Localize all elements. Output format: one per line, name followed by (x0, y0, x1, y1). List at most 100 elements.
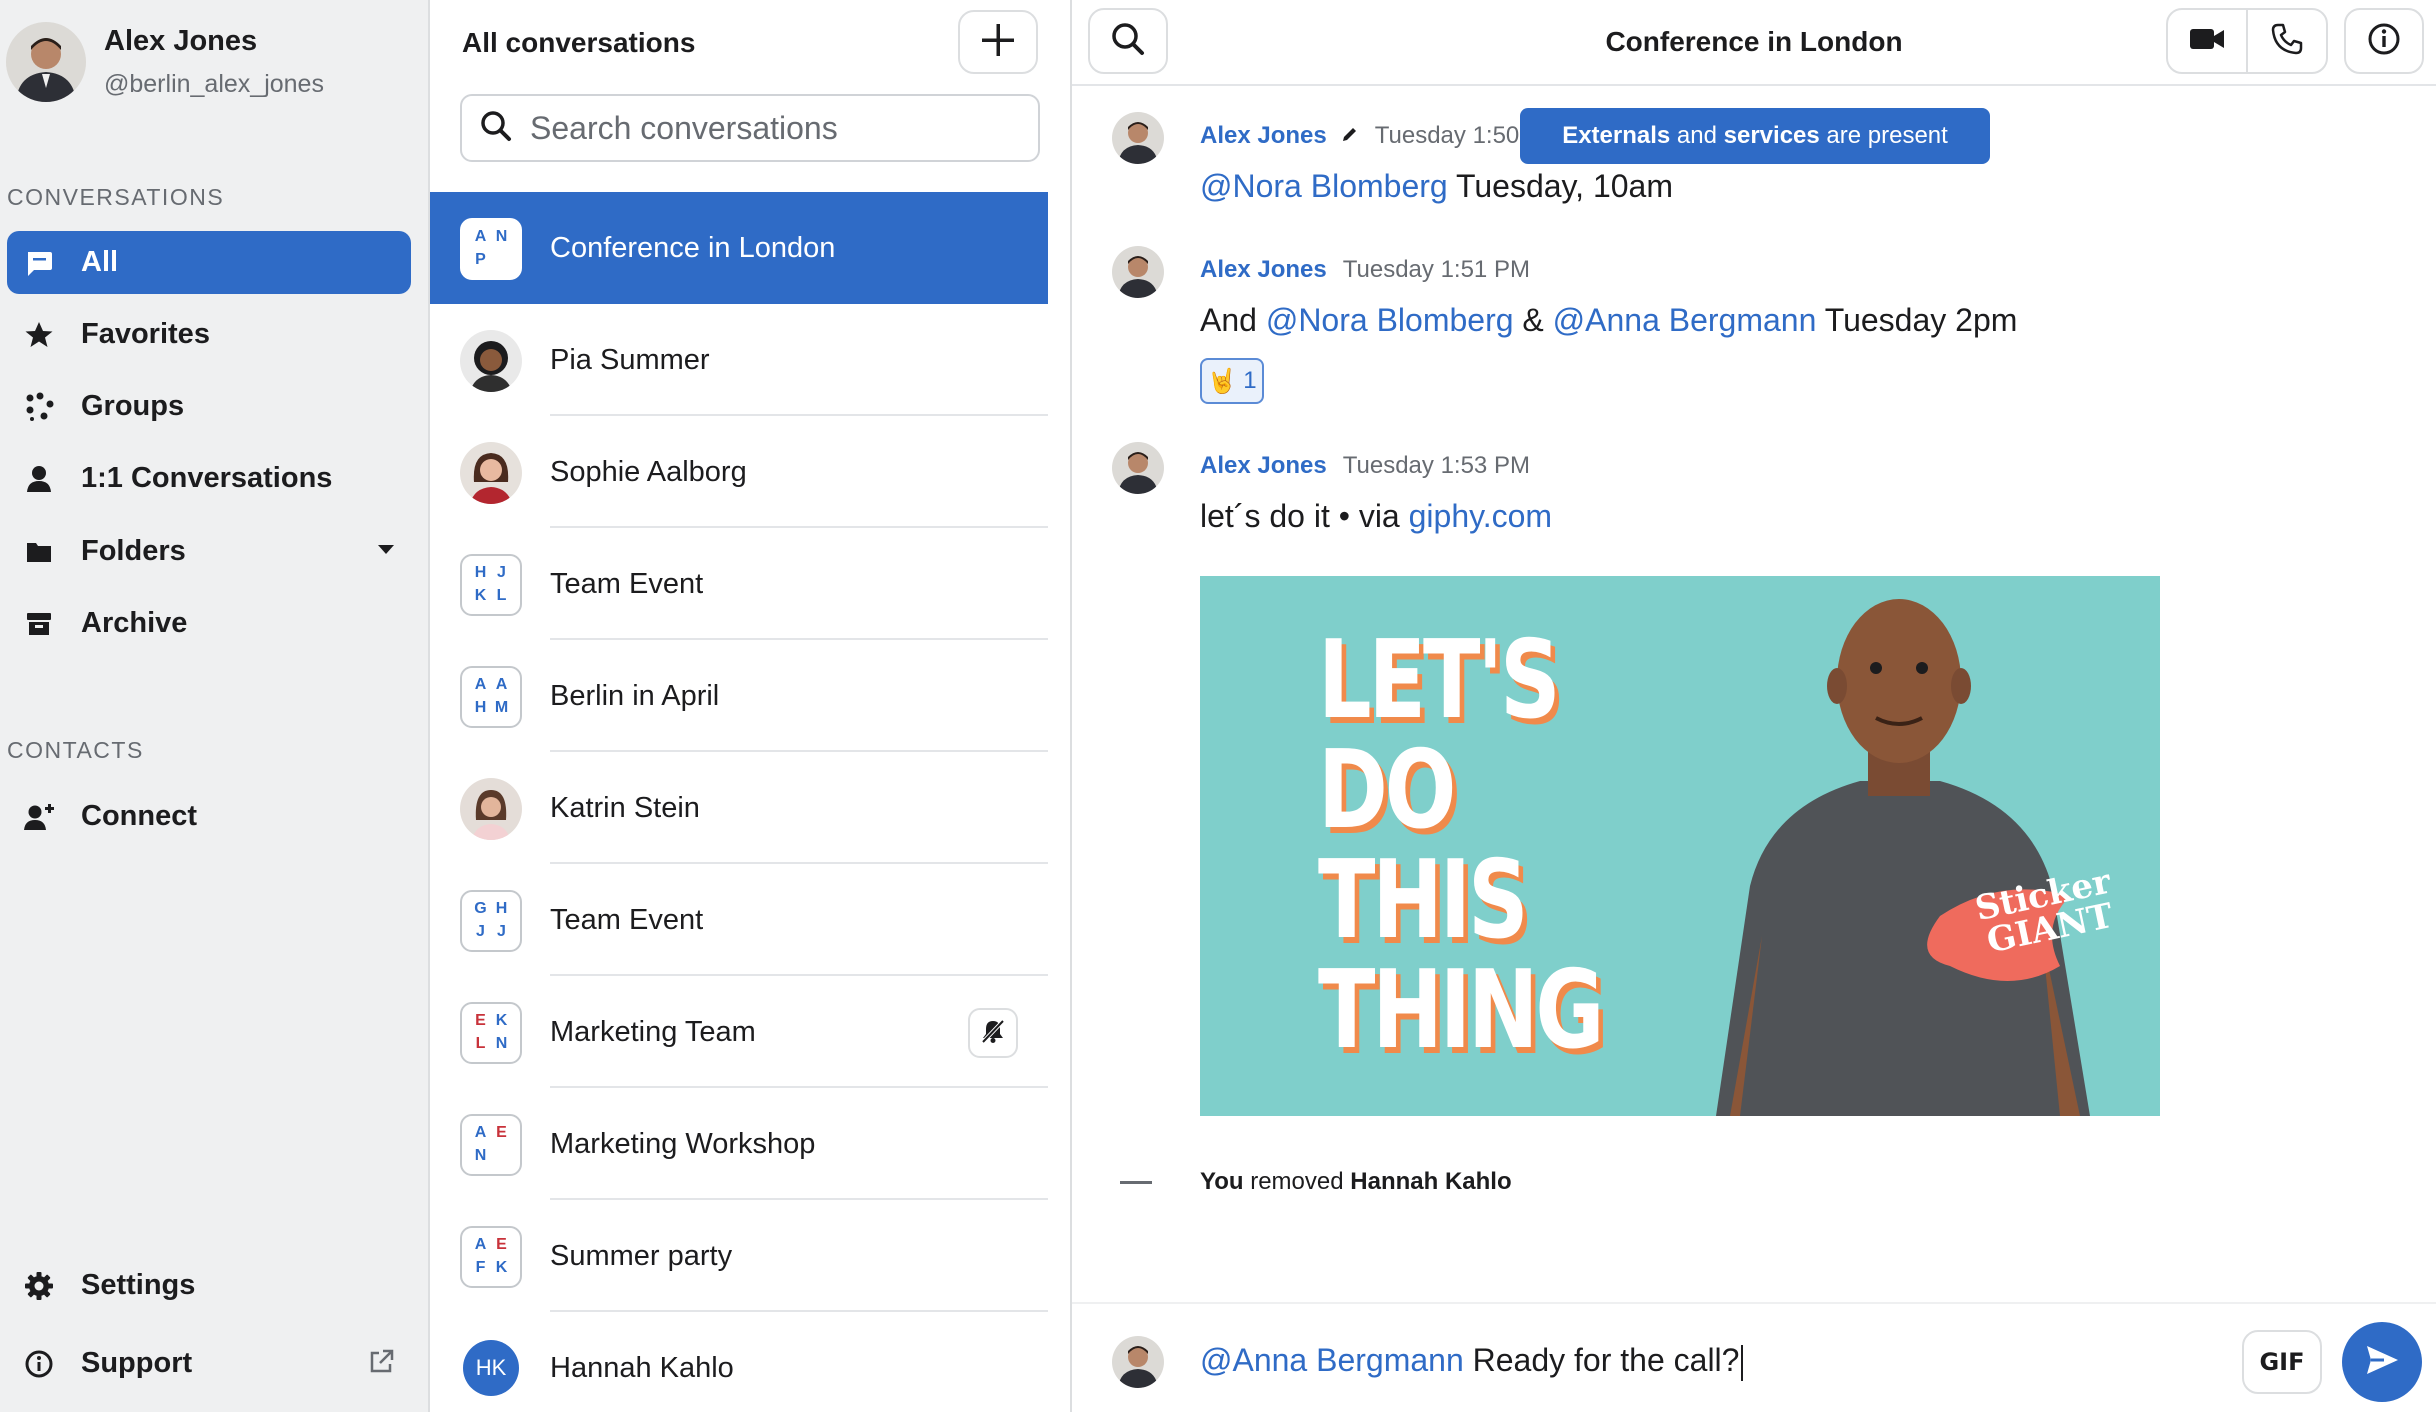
sidebar-item-favorites[interactable]: Favorites (7, 303, 411, 366)
conversation-info-button[interactable] (2344, 8, 2424, 74)
avatar (460, 330, 522, 392)
gif-caption: LET'S DO THIS THING (1318, 618, 1604, 1073)
initial: A (474, 676, 487, 693)
mention[interactable]: @Nora Blomberg (1266, 302, 1514, 338)
conversation-name: Sophie Aalborg (550, 456, 747, 488)
system-target: Hannah Kahlo (1350, 1168, 1512, 1195)
gif-image[interactable]: LET'S DO THIS THING Sticker GIANT (1200, 576, 2160, 1116)
sidebar-item-settings[interactable]: Settings (7, 1254, 411, 1317)
gif-line: LET'S (1318, 618, 1561, 743)
message-body: Tuesday, 10am (1447, 168, 1673, 204)
externals-present-banner: Externals and services are present (1520, 108, 1990, 164)
conversation-name: Team Event (550, 904, 704, 936)
list-item[interactable]: A N P Conference in London (430, 192, 1048, 304)
list-item[interactable]: Sophie Aalborg (430, 416, 1048, 528)
sidebar: Alex Jones @berlin_alex_jones CONVERSATI… (0, 0, 430, 1412)
list-item[interactable]: H J K L Team Event (430, 528, 1048, 640)
conversations-section-label: CONVERSATIONS (7, 184, 225, 210)
initial: M (494, 699, 509, 716)
initial: A (495, 676, 508, 693)
conversation-list-panel: All conversations Search conversations A… (430, 0, 1072, 1412)
system-message: You removed Hannah Kahlo (1200, 1168, 1512, 1196)
gif-button[interactable]: GIF (2242, 1330, 2322, 1394)
initial: H (495, 900, 508, 917)
conversation-name: Summer party (550, 1240, 733, 1272)
initial: L (475, 1035, 486, 1052)
conversation-name: Marketing Workshop (550, 1128, 816, 1160)
search-input[interactable]: Search conversations (460, 94, 1040, 162)
avatar (1112, 1336, 1164, 1388)
list-item[interactable]: Pia Summer (430, 304, 1048, 416)
list-item[interactable]: A E F K Summer party (430, 1200, 1048, 1312)
muted-bell-button[interactable] (968, 1008, 1018, 1058)
send-icon (2362, 1340, 2402, 1385)
message-text: @Nora Blomberg Tuesday, 10am (1200, 168, 1673, 205)
list-item[interactable]: E K L N Marketing Team (430, 976, 1048, 1088)
sidebar-item-folders[interactable]: Folders (7, 520, 411, 583)
sidebar-item-connect[interactable]: Connect (7, 785, 411, 848)
avatar (6, 22, 86, 102)
toast-part: services (1723, 122, 1820, 149)
sidebar-item-support[interactable]: Support (7, 1332, 411, 1395)
sidebar-item-label: Groups (81, 390, 185, 422)
list-item[interactable]: A A H M Berlin in April (430, 640, 1048, 752)
profile[interactable]: Alex Jones @berlin_alex_jones (6, 22, 324, 102)
profile-name: Alex Jones (104, 25, 258, 57)
initial: A (474, 1236, 487, 1253)
initial: J (497, 564, 506, 581)
audio-call-button[interactable] (2246, 8, 2328, 74)
message-text: let´s do it • via giphy.com (1200, 498, 1552, 535)
sidebar-item-label: All (81, 246, 119, 278)
conversation-name: Team Event (550, 568, 704, 600)
chevron-down-icon[interactable] (377, 542, 395, 560)
initial: E (496, 1124, 507, 1141)
gif-line: DO (1318, 728, 1456, 853)
reaction-badge[interactable]: 🤘 1 (1200, 358, 1264, 404)
add-person-icon (21, 799, 57, 835)
avatar[interactable] (1112, 246, 1164, 298)
video-camera-icon (2189, 26, 2225, 57)
send-button[interactable] (2342, 1322, 2422, 1402)
toast-part: are present (1819, 122, 1948, 149)
system-divider (1120, 1181, 1152, 1184)
group-avatar: A E F K (460, 1226, 522, 1288)
group-avatar: G H J J (460, 890, 522, 952)
sidebar-item-one-to-one[interactable]: 1:1 Conversations (7, 447, 411, 510)
new-conversation-button[interactable] (958, 10, 1038, 74)
mention[interactable]: @Anna Bergmann (1553, 302, 1817, 338)
sidebar-item-label: 1:1 Conversations (81, 462, 333, 494)
initial: J (476, 923, 485, 940)
conversation-name: Conference in London (550, 232, 836, 264)
text-caret (1741, 1344, 1744, 1381)
message-author[interactable]: Alex Jones (1200, 452, 1327, 480)
list-item[interactable]: Katrin Stein (430, 752, 1048, 864)
list-item[interactable]: G H J J Team Event (430, 864, 1048, 976)
sidebar-item-label: Connect (81, 800, 197, 832)
giphy-link[interactable]: giphy.com (1409, 498, 1552, 534)
avatar[interactable] (1112, 112, 1164, 164)
sidebar-item-all[interactable]: All (7, 231, 411, 294)
message-input[interactable]: @Anna Bergmann Ready for the call? (1200, 1342, 1744, 1381)
avatar: HK (463, 1340, 519, 1396)
sidebar-item-archive[interactable]: Archive (7, 592, 411, 655)
message-text: And @Nora Blomberg & @Anna Bergmann Tues… (1200, 302, 2017, 339)
initial: K (474, 587, 487, 604)
chat-bubble-icon (21, 245, 57, 281)
gif-line: THING (1318, 948, 1604, 1073)
message-author[interactable]: Alex Jones (1200, 256, 1327, 284)
sidebar-item-label: Archive (81, 607, 188, 639)
message-author[interactable]: Alex Jones (1200, 122, 1327, 150)
sidebar-item-label: Favorites (81, 318, 210, 350)
list-item[interactable]: HK Hannah Kahlo (430, 1312, 1048, 1412)
initial: H (474, 564, 487, 581)
sidebar-item-label: Settings (81, 1269, 196, 1301)
toast-part: Externals (1562, 122, 1671, 149)
list-item[interactable]: A E N Marketing Workshop (430, 1088, 1048, 1200)
message-body: & (1513, 302, 1553, 338)
initial: K (495, 1259, 508, 1276)
video-call-button[interactable] (2166, 8, 2248, 74)
message-time: Tuesday 1:50 (1374, 122, 1520, 149)
avatar[interactable] (1112, 442, 1164, 494)
mention[interactable]: @Nora Blomberg (1200, 168, 1448, 204)
sidebar-item-groups[interactable]: Groups (7, 375, 411, 438)
